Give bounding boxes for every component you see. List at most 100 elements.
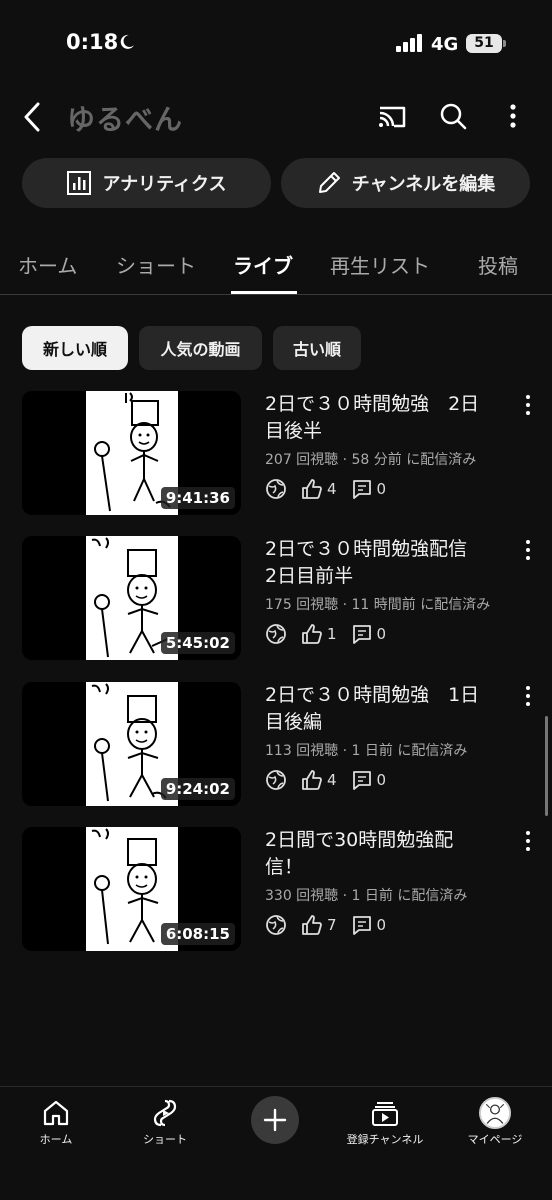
video-thumbnail[interactable]: 5:45:02 <box>22 536 241 660</box>
analytics-label: アナリティクス <box>102 174 227 195</box>
search-icon[interactable] <box>437 100 469 132</box>
video-duration: 9:24:02 <box>160 778 235 800</box>
cast-icon[interactable] <box>376 100 408 132</box>
plus-icon <box>263 1108 287 1132</box>
comment-icon <box>352 771 371 790</box>
comment-count: 0 <box>376 771 387 789</box>
channel-title: ゆるべん <box>67 103 184 136</box>
video-meta: 113 回視聴 · 1 日前 に配信済み <box>265 743 468 759</box>
video-title-line1: 2日で３０時間勉強 1日 <box>265 684 480 706</box>
video-item[interactable]: 9:24:02 2日で３０時間勉強 1日 目後編 113 回視聴 · 1 日前 … <box>0 682 552 808</box>
scrollbar[interactable] <box>545 716 548 816</box>
like-count: 7 <box>327 916 337 934</box>
video-title[interactable]: 2日で３０時間勉強配信 2日目前半 <box>265 536 515 590</box>
nav-mypage[interactable]: マイページ <box>445 1097 545 1147</box>
video-menu-icon[interactable] <box>520 829 536 853</box>
chip-newest[interactable]: 新しい順 <box>22 326 128 370</box>
nav-home-label: ホーム <box>39 1133 73 1146</box>
like-icon <box>302 770 322 790</box>
video-thumbnail[interactable]: 9:24:02 <box>22 682 241 806</box>
like-icon <box>302 624 322 644</box>
globe-icon <box>266 479 286 499</box>
subscriptions-icon <box>372 1102 398 1126</box>
video-item[interactable]: 9:41:36 2日で３０時間勉強 2日 目後半 207 回視聴 · 58 分前… <box>0 391 552 517</box>
more-vertical-icon[interactable] <box>497 100 529 132</box>
video-duration: 6:08:15 <box>160 923 235 945</box>
analytics-icon <box>67 171 92 195</box>
like-count: 1 <box>327 625 337 643</box>
bottom-navigation: ホーム ショート 登録チャンネル マイページ <box>0 1086 552 1200</box>
video-meta: 207 回視聴 · 58 分前 に配信済み <box>265 452 477 468</box>
nav-subscriptions-label: 登録チャンネル <box>346 1133 424 1146</box>
tab-shorts[interactable]: ショート <box>116 250 196 279</box>
active-tab-indicator <box>231 291 297 294</box>
nav-mypage-label: マイページ <box>467 1133 523 1146</box>
moon-icon <box>120 34 134 49</box>
video-title-line2: 信！ <box>265 856 304 878</box>
back-arrow-icon[interactable] <box>18 100 48 134</box>
video-meta: 175 回視聴 · 11 時間前 に配信済み <box>265 597 491 613</box>
network-type: 4G <box>431 34 459 55</box>
video-menu-icon[interactable] <box>520 393 536 417</box>
like-icon <box>302 479 322 499</box>
video-stats: 4 0 <box>265 477 400 501</box>
comment-count: 0 <box>376 916 387 934</box>
globe-icon <box>266 624 286 644</box>
edit-channel-label: チャンネルを編集 <box>351 174 496 195</box>
video-title-line2: 目後半 <box>265 420 323 442</box>
like-count: 4 <box>327 480 337 498</box>
avatar <box>479 1097 511 1129</box>
tab-home[interactable]: ホーム <box>18 250 77 279</box>
globe-icon <box>266 770 286 790</box>
status-time: 0:18 <box>66 30 119 54</box>
pencil-icon <box>318 172 340 193</box>
chip-popular[interactable]: 人気の動画 <box>139 326 262 370</box>
tab-posts[interactable]: 投稿 <box>478 250 518 279</box>
video-thumbnail[interactable]: 9:41:36 <box>22 391 241 515</box>
video-title[interactable]: 2日で３０時間勉強 2日 目後半 <box>265 391 515 445</box>
tab-live[interactable]: ライブ <box>233 250 293 279</box>
comment-icon <box>352 480 371 499</box>
comment-count: 0 <box>376 480 387 498</box>
comment-count: 0 <box>376 625 387 643</box>
signal-icon <box>396 34 422 52</box>
video-stats: 4 0 <box>265 768 400 792</box>
nav-home[interactable]: ホーム <box>6 1097 106 1147</box>
shorts-icon <box>153 1099 177 1127</box>
video-title[interactable]: 2日間で30時間勉強配 信！ <box>265 827 515 881</box>
nav-subscriptions[interactable]: 登録チャンネル <box>335 1097 435 1147</box>
video-title[interactable]: 2日で３０時間勉強 1日 目後編 <box>265 682 515 736</box>
video-thumbnail[interactable]: 6:08:15 <box>22 827 241 951</box>
video-meta: 330 回視聴 · 1 日前 に配信済み <box>265 888 468 904</box>
video-title-line1: 2日間で30時間勉強配 <box>265 829 454 851</box>
status-bar: 0:18 4G 51 <box>0 0 552 90</box>
globe-icon <box>266 915 286 935</box>
tab-playlists[interactable]: 再生リスト <box>330 250 430 279</box>
video-duration: 9:41:36 <box>160 487 235 509</box>
video-item[interactable]: 5:45:02 2日で３０時間勉強配信 2日目前半 175 回視聴 · 11 時… <box>0 536 552 662</box>
video-menu-icon[interactable] <box>520 684 536 708</box>
channel-header: ゆるべん <box>0 90 552 146</box>
comment-icon <box>352 625 371 644</box>
channel-actions: アナリティクス チャンネルを編集 <box>22 158 530 208</box>
like-icon <box>302 915 322 935</box>
video-stats: 1 0 <box>265 622 400 646</box>
video-title-line1: 2日で３０時間勉強配信 <box>265 538 468 560</box>
edit-channel-button[interactable]: チャンネルを編集 <box>281 158 530 208</box>
channel-tabs: ホーム ショート ライブ 再生リスト 投稿 <box>0 238 552 295</box>
like-count: 4 <box>327 771 337 789</box>
comment-icon <box>352 916 371 935</box>
video-title-line2: 目後編 <box>265 711 323 733</box>
chip-oldest[interactable]: 古い順 <box>273 326 361 370</box>
create-button[interactable] <box>251 1096 299 1144</box>
nav-shorts[interactable]: ショート <box>115 1097 215 1147</box>
analytics-button[interactable]: アナリティクス <box>22 158 271 208</box>
video-title-line2: 2日目前半 <box>265 565 354 587</box>
video-menu-icon[interactable] <box>520 538 536 562</box>
battery-icon: 51 <box>466 34 502 53</box>
video-item[interactable]: 6:08:15 2日間で30時間勉強配 信！ 330 回視聴 · 1 日前 に配… <box>0 827 552 953</box>
nav-shorts-label: ショート <box>143 1133 187 1146</box>
battery-tip <box>503 40 506 47</box>
video-duration: 5:45:02 <box>160 632 235 654</box>
home-icon <box>43 1100 69 1126</box>
